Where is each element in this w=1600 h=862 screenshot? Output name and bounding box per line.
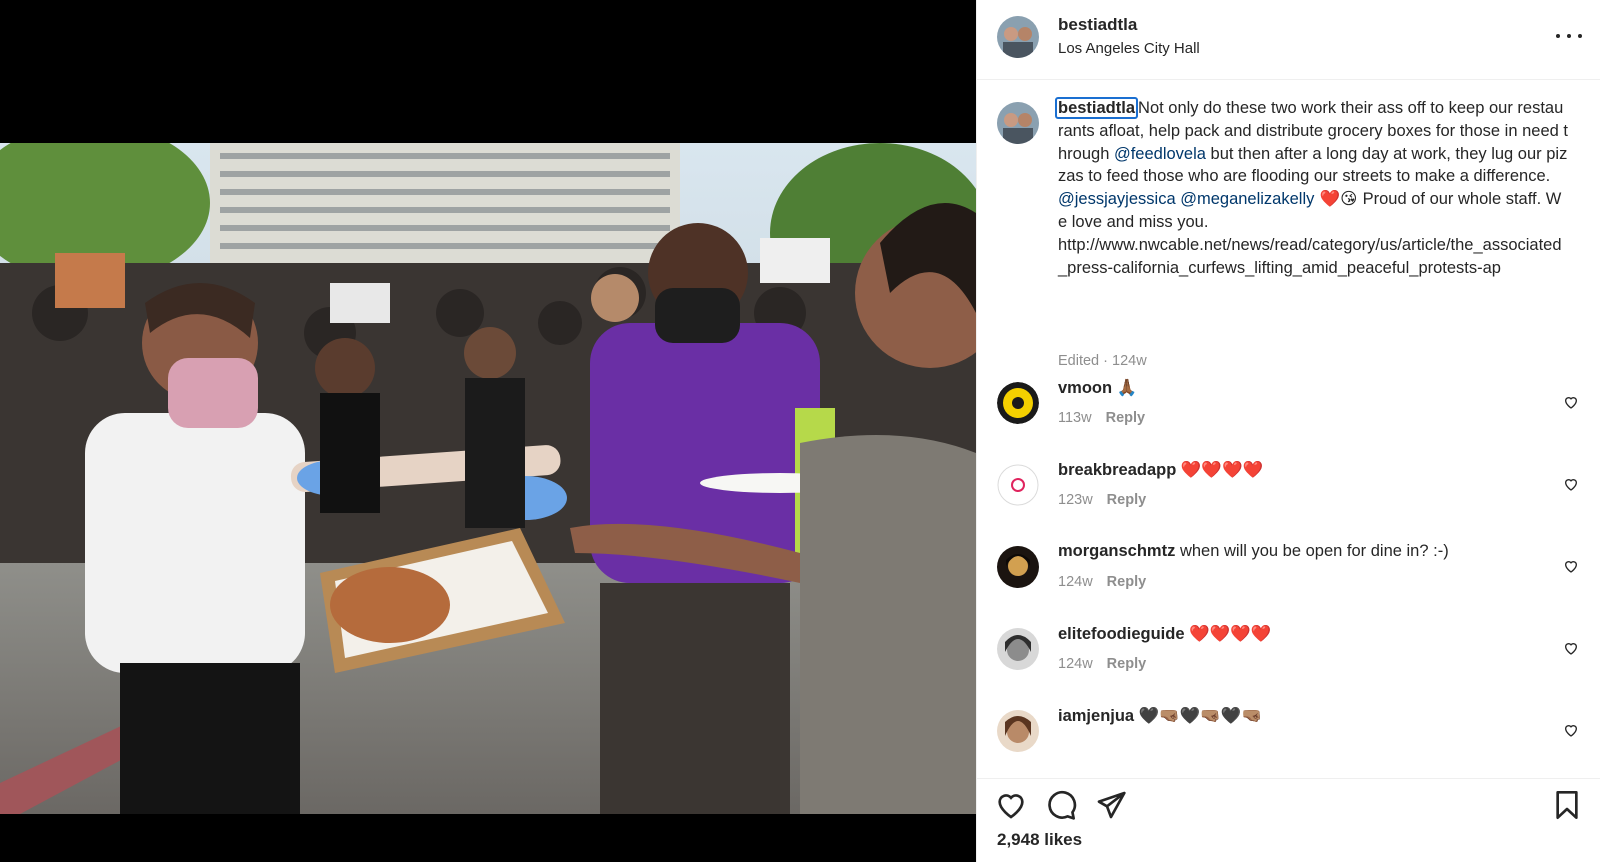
commenter-avatar[interactable] xyxy=(997,382,1039,424)
caption-author-avatar[interactable] xyxy=(997,102,1039,144)
comment-meta: 124w Reply xyxy=(1058,574,1146,590)
comment-username[interactable]: morganschmtz xyxy=(1058,542,1175,560)
comment-item: breakbreadapp ❤️❤️❤️❤️ 123w Reply xyxy=(997,460,1587,530)
paper-plane-icon[interactable] xyxy=(1095,789,1127,821)
commenter-avatar[interactable] xyxy=(997,710,1039,752)
mention-link[interactable]: @jessjayjessica xyxy=(1058,190,1176,208)
post-location[interactable]: Los Angeles City Hall xyxy=(1058,40,1200,57)
comment-item: morganschmtz when will you be open for d… xyxy=(997,542,1587,612)
comment-text: 🙏🏾 xyxy=(1116,378,1138,397)
protest-pizza-photo xyxy=(0,143,976,814)
heart-outline-icon[interactable] xyxy=(1563,476,1579,492)
comment-text: when will you be open for dine in? :-) xyxy=(1179,542,1449,560)
comment-item: iamjenjua 🖤🤜🏽🖤🤜🏽🖤🤜🏽 xyxy=(997,706,1587,757)
caption-text: bestiadtla Not only do these two work the… xyxy=(1055,97,1568,279)
comment-username[interactable]: breakbreadapp xyxy=(1058,461,1176,479)
comment-line: vmoon 🙏🏾 xyxy=(1058,378,1137,398)
mention-link[interactable]: @meganelizakelly xyxy=(1180,190,1314,208)
reply-button[interactable]: Reply xyxy=(1107,656,1147,672)
comment-username[interactable]: elitefoodieguide xyxy=(1058,625,1185,643)
author-username[interactable]: bestiadtla xyxy=(1058,15,1137,35)
comment-age: 124w xyxy=(1058,656,1093,672)
caption-meta: Edited · 124w xyxy=(1058,353,1147,369)
reply-button[interactable]: Reply xyxy=(1107,574,1147,590)
mention-link[interactable]: @feedlovela xyxy=(1114,145,1206,163)
post-photo[interactable] xyxy=(0,143,976,814)
commenter-avatar[interactable] xyxy=(997,628,1039,670)
post-details-panel: bestiadtla Los Angeles City Hall bestiad… xyxy=(976,0,1600,862)
comment-line: morganschmtz when will you be open for d… xyxy=(1058,542,1449,561)
comment-username[interactable]: vmoon xyxy=(1058,379,1112,397)
comment-age: 123w xyxy=(1058,492,1093,508)
instagram-post-view: bestiadtla Los Angeles City Hall bestiad… xyxy=(0,0,1600,862)
heart-outline-icon[interactable] xyxy=(995,789,1027,821)
comment-text: ❤️❤️❤️❤️ xyxy=(1180,460,1264,479)
likes-count[interactable]: 2,948 likes xyxy=(997,830,1082,850)
reply-button[interactable]: Reply xyxy=(1106,410,1146,426)
speech-bubble-icon[interactable] xyxy=(1045,789,1077,821)
more-options-icon[interactable] xyxy=(1556,26,1582,46)
caption-username[interactable]: bestiadtla xyxy=(1055,97,1139,119)
comment-line: iamjenjua 🖤🤜🏽🖤🤜🏽🖤🤜🏽 xyxy=(1058,706,1262,726)
comment-item: elitefoodieguide ❤️❤️❤️❤️ 124w Reply xyxy=(997,624,1587,694)
bookmark-icon[interactable] xyxy=(1551,789,1583,821)
comment-line: elitefoodieguide ❤️❤️❤️❤️ xyxy=(1058,624,1271,644)
heart-outline-icon[interactable] xyxy=(1563,640,1579,656)
comment-line: breakbreadapp ❤️❤️❤️❤️ xyxy=(1058,460,1263,480)
comments-list[interactable]: bestiadtla Not only do these two work the… xyxy=(977,81,1600,757)
caption-url: http://www.nwcable.net/news/read/categor… xyxy=(1058,235,1562,277)
comment-text: ❤️❤️❤️❤️ xyxy=(1189,624,1272,643)
caption-emojis: ❤️😘 xyxy=(1314,189,1363,209)
comment-username[interactable]: iamjenjua xyxy=(1058,707,1134,725)
commenter-avatar[interactable] xyxy=(997,464,1039,506)
heart-outline-icon[interactable] xyxy=(1563,558,1579,574)
comment-meta: 113w Reply xyxy=(1058,410,1145,426)
post-header: bestiadtla Los Angeles City Hall xyxy=(977,0,1600,80)
heart-outline-icon[interactable] xyxy=(1563,722,1579,738)
commenter-avatar[interactable] xyxy=(997,546,1039,588)
comment-text: 🖤🤜🏽🖤🤜🏽🖤🤜🏽 xyxy=(1138,706,1262,725)
post-media xyxy=(0,0,976,862)
comment-meta: 123w Reply xyxy=(1058,492,1146,508)
dot xyxy=(1567,34,1571,38)
dot xyxy=(1556,34,1560,38)
comment-age: 124w xyxy=(1058,574,1093,590)
dot xyxy=(1578,34,1582,38)
comment-item: vmoon 🙏🏾 113w Reply xyxy=(997,378,1587,448)
comment-meta: 124w Reply xyxy=(1058,656,1146,672)
heart-outline-icon[interactable] xyxy=(1563,394,1579,410)
post-actions-bar xyxy=(977,778,1600,820)
comment-age: 113w xyxy=(1058,410,1092,426)
author-avatar[interactable] xyxy=(997,16,1039,58)
reply-button[interactable]: Reply xyxy=(1107,492,1147,508)
